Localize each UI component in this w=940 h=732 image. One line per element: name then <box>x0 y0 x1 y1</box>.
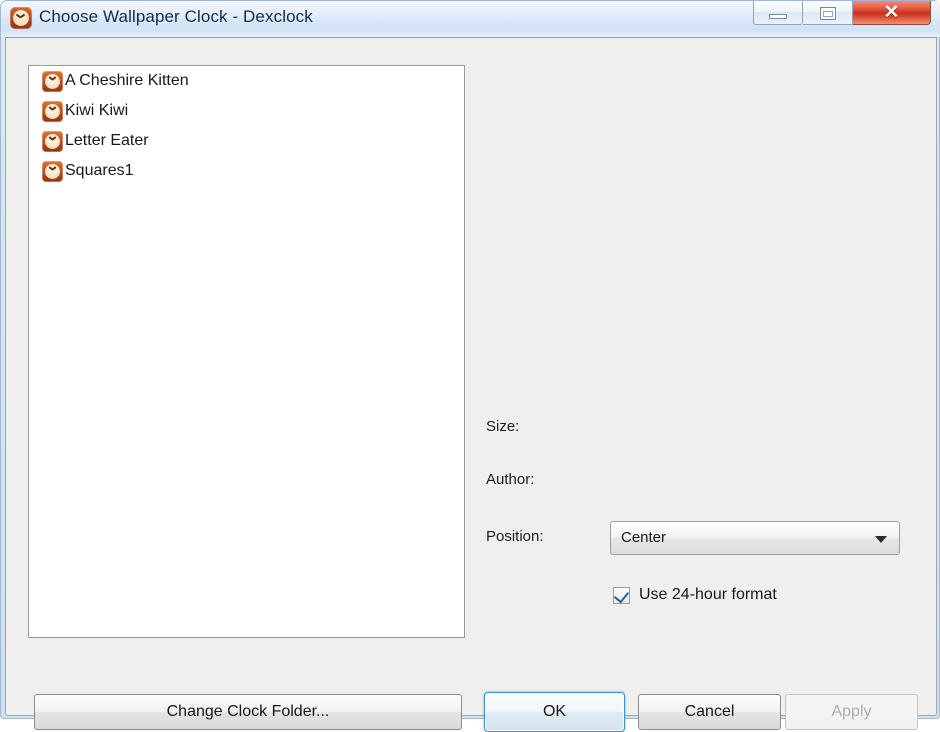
change-clock-folder-button[interactable]: Change Clock Folder... <box>34 694 462 730</box>
clock-face <box>45 103 60 119</box>
clock-icon <box>42 130 63 152</box>
list-item-label: Squares1 <box>65 162 134 179</box>
list-item[interactable]: Squares1 <box>29 156 464 186</box>
list-item[interactable]: Letter Eater <box>29 126 464 156</box>
clock-icon <box>42 70 63 92</box>
title-bar[interactable]: Choose Wallpaper Clock - Dexclock ✕ <box>1 1 940 37</box>
clock-icon <box>42 160 63 182</box>
apply-button: Apply <box>785 694 918 730</box>
clock-face <box>45 133 60 149</box>
window-title: Choose Wallpaper Clock - Dexclock <box>39 7 313 26</box>
clock-face <box>45 73 60 89</box>
use-24-hour-format-checkbox[interactable]: Use 24-hour format <box>613 586 777 604</box>
position-label: Position: <box>486 528 544 545</box>
maximize-icon <box>819 7 836 20</box>
minimize-icon <box>769 14 787 19</box>
chevron-down-icon <box>875 536 887 543</box>
size-label: Size: <box>486 418 520 435</box>
cancel-button[interactable]: Cancel <box>638 694 781 730</box>
position-selected-value: Center <box>621 529 667 546</box>
dialog-window: Choose Wallpaper Clock - Dexclock ✕ A Ch… <box>0 0 940 732</box>
list-item[interactable]: Kiwi Kiwi <box>29 96 464 126</box>
clock-face <box>45 163 60 179</box>
list-item[interactable]: A Cheshire Kitten <box>29 66 464 96</box>
clock-icon <box>10 7 32 29</box>
checkbox-box <box>613 586 630 604</box>
author-label: Author: <box>486 471 535 488</box>
check-icon <box>613 587 630 603</box>
close-button[interactable]: ✕ <box>853 1 931 25</box>
list-item-label: A Cheshire Kitten <box>65 72 189 89</box>
minimize-button[interactable] <box>753 1 803 25</box>
list-item-label: Kiwi Kiwi <box>65 102 129 119</box>
maximize-button[interactable] <box>803 1 853 25</box>
dialog-body: A Cheshire Kitten Kiwi Kiwi Letter Eater <box>5 37 937 732</box>
clock-icon <box>42 100 63 122</box>
close-icon: ✕ <box>883 2 900 23</box>
ok-button[interactable]: OK <box>484 692 625 732</box>
use-24-hour-format-label: Use 24-hour format <box>639 586 777 603</box>
list-item-label: Letter Eater <box>65 132 149 149</box>
position-select[interactable]: Center <box>610 521 900 555</box>
clock-list[interactable]: A Cheshire Kitten Kiwi Kiwi Letter Eater <box>28 65 465 638</box>
